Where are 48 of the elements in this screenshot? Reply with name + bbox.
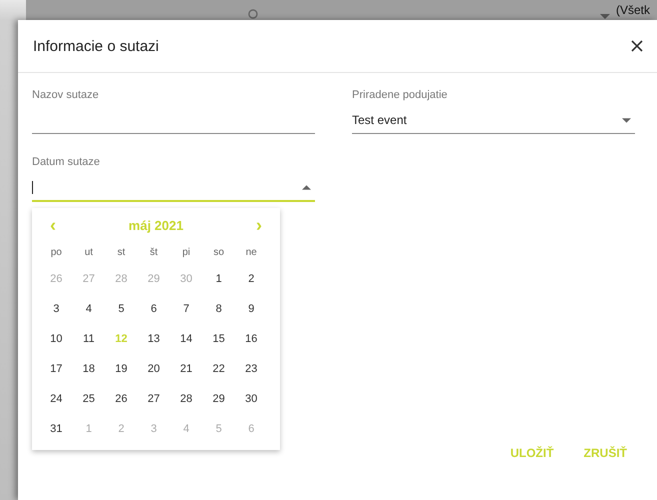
calendar-day[interactable]: 25 (80, 384, 97, 414)
calendar-day[interactable]: 5 (116, 294, 126, 324)
field-label: Priradene podujatie (352, 89, 448, 101)
calendar-day[interactable]: 2 (246, 264, 256, 294)
close-button[interactable] (629, 38, 645, 54)
search-icon (248, 9, 260, 21)
calendar-day[interactable]: 13 (146, 324, 162, 354)
calendar-day[interactable]: 9 (246, 294, 256, 324)
calendar-day[interactable]: 7 (181, 294, 192, 324)
weekday-label: ut (84, 246, 93, 260)
weekday-label: št (150, 246, 158, 260)
filter-text: (Všetk (616, 3, 650, 17)
month-title: máj 2021 (128, 218, 184, 232)
weekday-label: st (117, 246, 126, 260)
weekday-label: ne (246, 246, 257, 260)
calendar-day[interactable]: 18 (80, 354, 97, 384)
calendar-day[interactable]: 27 (146, 384, 162, 414)
calendar-day[interactable]: 10 (48, 324, 64, 354)
weekday-label: po (50, 246, 62, 260)
calendar-day[interactable]: 16 (243, 324, 260, 354)
calendar-day[interactable]: 30 (243, 384, 260, 414)
select-field[interactable]: Test event (352, 107, 635, 134)
calendar-day[interactable]: 17 (48, 354, 64, 384)
calendar-day[interactable]: 26 (113, 384, 130, 414)
calendar-day[interactable]: 6 (148, 294, 159, 324)
weekday-label: pi (182, 246, 190, 260)
calendar-day[interactable]: 15 (210, 324, 227, 354)
calendar-day[interactable]: 29 (210, 384, 227, 414)
dialog-title: Informacie o sutazi (33, 38, 159, 54)
caret-icon (302, 184, 311, 190)
calendar-day[interactable]: 8 (214, 294, 224, 324)
calendar-day[interactable]: 21 (178, 354, 194, 384)
calendar-day[interactable]: 4 (84, 294, 94, 324)
calendar-day[interactable]: 28 (178, 384, 194, 414)
calendar-day[interactable]: 3 (51, 294, 62, 324)
caret-icon (622, 118, 631, 122)
calendar-day[interactable]: 24 (48, 384, 64, 414)
calendar-day[interactable]: 20 (146, 354, 162, 384)
calendar-day[interactable]: 23 (243, 354, 260, 384)
calendar-day[interactable]: 22 (210, 354, 227, 384)
calendar-day[interactable]: 31 (48, 414, 64, 444)
calendar-day[interactable]: 14 (178, 324, 194, 354)
calendar-day[interactable]: 1 (214, 264, 224, 294)
weekday-label: so (213, 246, 224, 260)
calendar-day[interactable]: 11 (81, 324, 96, 354)
calendar-day[interactable]: 19 (113, 354, 130, 384)
field-label: Datum sutaze (32, 156, 101, 168)
field-label: Nazov sutaze (32, 89, 100, 101)
